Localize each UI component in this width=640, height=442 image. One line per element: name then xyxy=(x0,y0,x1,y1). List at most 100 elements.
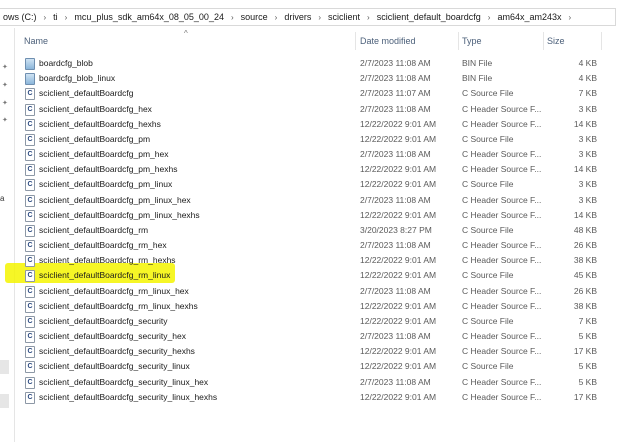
file-size: 4 KB xyxy=(578,58,597,68)
file-row[interactable]: Csciclient_defaultBoardcfg_security_linu… xyxy=(15,359,625,374)
file-row[interactable]: Csciclient_defaultBoardcfg_rm_linux 12/22… xyxy=(15,268,625,283)
file-date-modified: 2/7/2023 11:08 AM xyxy=(360,58,431,68)
file-row[interactable]: Csciclient_defaultBoardcfg_rm_linux_hex 2… xyxy=(15,284,625,299)
file-name: sciclient_defaultBoardcfg_security xyxy=(39,315,168,326)
file-row[interactable]: Csciclient_defaultBoardcfg_security_linu… xyxy=(15,390,625,405)
c-file-icon: C xyxy=(25,285,35,298)
pin-icon[interactable]: ✦ xyxy=(2,82,9,89)
nav-item-label[interactable]: a xyxy=(0,194,4,203)
file-size: 3 KB xyxy=(578,149,597,160)
breadcrumb-item[interactable]: drivers › xyxy=(281,12,325,22)
file-type: C Source File xyxy=(462,315,514,326)
file-row[interactable]: boardcfg_blob 2/7/2023 11:08 AM BIN File 4 … xyxy=(15,56,625,71)
chevron-right-icon[interactable]: › xyxy=(363,13,374,22)
chevron-right-icon[interactable]: › xyxy=(227,13,238,22)
nav-item[interactable] xyxy=(0,360,9,374)
pin-icon[interactable]: ✦ xyxy=(2,100,9,107)
column-type[interactable]: Type xyxy=(462,30,482,52)
c-file-icon: C xyxy=(25,209,35,222)
bin-file-icon xyxy=(25,58,35,70)
file-row[interactable]: Csciclient_defaultBoardcfg_security 12/22… xyxy=(15,314,625,329)
file-size: 45 KB xyxy=(573,270,597,281)
file-row[interactable]: Csciclient_defaultBoardcfg_rm_hex 2/7/202… xyxy=(15,238,625,253)
c-file-icon: C xyxy=(25,179,35,192)
file-row[interactable]: Csciclient_defaultBoardcfg_pm_hexhs 12/22… xyxy=(15,162,625,177)
file-row[interactable]: boardcfg_blob_linux 2/7/2023 11:08 AM BIN … xyxy=(15,71,625,86)
file-size: 17 KB xyxy=(573,346,597,357)
column-divider[interactable] xyxy=(355,32,356,50)
breadcrumb-label: sciclient xyxy=(328,12,361,22)
file-date-modified: 12/22/2022 9:01 AM xyxy=(360,255,437,266)
file-type: C Header Source F... xyxy=(462,164,542,175)
chevron-right-icon[interactable]: › xyxy=(314,13,325,22)
chevron-right-icon[interactable]: › xyxy=(61,13,72,22)
file-date-modified: 2/7/2023 11:08 AM xyxy=(360,376,431,387)
breadcrumb-item[interactable]: am64x_am243x › xyxy=(494,12,575,22)
c-file-icon: C xyxy=(25,361,35,374)
file-name: sciclient_defaultBoardcfg_security_linux… xyxy=(39,376,209,387)
file-name: sciclient_defaultBoardcfg_rm_hexhs xyxy=(39,255,176,266)
chevron-right-icon[interactable]: › xyxy=(40,13,51,22)
file-row[interactable]: Csciclient_defaultBoardcfg_pm 12/22/2022 … xyxy=(15,132,625,147)
chevron-right-icon[interactable]: › xyxy=(565,13,576,22)
c-file-icon: C xyxy=(25,164,35,177)
column-divider[interactable] xyxy=(458,32,459,50)
c-file-icon: C xyxy=(25,376,35,389)
c-file-icon: C xyxy=(25,346,35,359)
file-date-modified: 12/22/2022 9:01 AM xyxy=(360,118,437,129)
file-row[interactable]: Csciclient_defaultBoardcfg_pm_linux 12/22… xyxy=(15,177,625,192)
file-name: sciclient_defaultBoardcfg_security_linux xyxy=(39,361,190,372)
pin-icon[interactable]: ✦ xyxy=(2,64,9,71)
column-name[interactable]: Name xyxy=(24,30,48,52)
file-size: 14 KB xyxy=(573,118,597,129)
column-divider[interactable] xyxy=(601,32,602,50)
file-size: 14 KB xyxy=(573,209,597,220)
file-name: sciclient_defaultBoardcfg_pm_hex xyxy=(39,149,169,160)
breadcrumb-label: ows (C:) xyxy=(3,12,37,22)
file-row[interactable]: Csciclient_defaultBoardcfg 2/7/2023 11:07… xyxy=(15,86,625,101)
column-date-modified[interactable]: Date modified xyxy=(360,30,416,52)
address-bar[interactable]: ows (C:) › ti › mcu_plus_sdk_am64x_08_05_00_… xyxy=(0,8,616,26)
column-header: ^ Name Date modified Type Size xyxy=(15,29,625,52)
breadcrumb-item[interactable]: ows (C:) › xyxy=(0,12,50,22)
file-row[interactable]: Csciclient_defaultBoardcfg_rm_hexhs 12/22… xyxy=(15,253,625,268)
file-type: C Source File xyxy=(462,270,514,281)
file-name: sciclient_defaultBoardcfg_rm_linux_hexhs xyxy=(39,300,198,311)
file-row[interactable]: Csciclient_defaultBoardcfg_pm_linux_hex 2… xyxy=(15,193,625,208)
bin-file-icon xyxy=(25,73,35,86)
file-row[interactable]: Csciclient_defaultBoardcfg_rm 3/20/2023 8… xyxy=(15,223,625,238)
file-row[interactable]: Csciclient_defaultBoardcfg_pm_linux_hexh… xyxy=(15,208,625,223)
pin-icon[interactable]: ✦ xyxy=(2,117,9,124)
column-size[interactable]: Size xyxy=(547,30,565,52)
chevron-right-icon[interactable]: › xyxy=(271,13,282,22)
file-row[interactable]: Csciclient_defaultBoardcfg_pm_hex 2/7/202… xyxy=(15,147,625,162)
c-file-icon: C xyxy=(25,391,35,404)
file-row[interactable]: Csciclient_defaultBoardcfg_security_hex 2… xyxy=(15,329,625,344)
file-size: 3 KB xyxy=(578,133,597,144)
breadcrumb-item[interactable]: sciclient_default_boardcfg › xyxy=(374,12,495,22)
nav-item[interactable] xyxy=(0,394,9,408)
file-row[interactable]: Csciclient_defaultBoardcfg_hexhs 12/22/20… xyxy=(15,117,625,132)
file-date-modified: 12/22/2022 9:01 AM xyxy=(360,133,437,144)
file-row[interactable]: Csciclient_defaultBoardcfg_security_hexh… xyxy=(15,344,625,359)
breadcrumb-item[interactable]: source › xyxy=(238,12,282,22)
chevron-right-icon[interactable]: › xyxy=(484,13,495,22)
file-size: 7 KB xyxy=(578,88,597,99)
c-file-icon: C xyxy=(25,224,35,237)
breadcrumb-item[interactable]: ti › xyxy=(50,12,71,22)
file-date-modified: 2/7/2023 11:08 AM xyxy=(360,331,431,342)
breadcrumb-item[interactable]: mcu_plus_sdk_am64x_08_05_00_24 › xyxy=(71,12,237,22)
file-name: sciclient_defaultBoardcfg_security_linux… xyxy=(39,391,218,402)
file-size: 4 KB xyxy=(578,73,597,84)
file-size: 17 KB xyxy=(573,391,597,402)
c-file-icon: C xyxy=(25,300,35,313)
breadcrumb-item[interactable]: sciclient › xyxy=(325,12,374,22)
file-name: sciclient_defaultBoardcfg_security_hexhs xyxy=(39,346,195,357)
sort-ascending-icon: ^ xyxy=(184,29,188,38)
column-divider[interactable] xyxy=(543,32,544,50)
file-size: 3 KB xyxy=(578,194,597,205)
file-row[interactable]: Csciclient_defaultBoardcfg_security_linu… xyxy=(15,375,625,390)
file-row[interactable]: Csciclient_defaultBoardcfg_rm_linux_hexh… xyxy=(15,299,625,314)
file-date-modified: 2/7/2023 11:08 AM xyxy=(360,240,431,251)
file-row[interactable]: Csciclient_defaultBoardcfg_hex 2/7/2023 1… xyxy=(15,102,625,117)
